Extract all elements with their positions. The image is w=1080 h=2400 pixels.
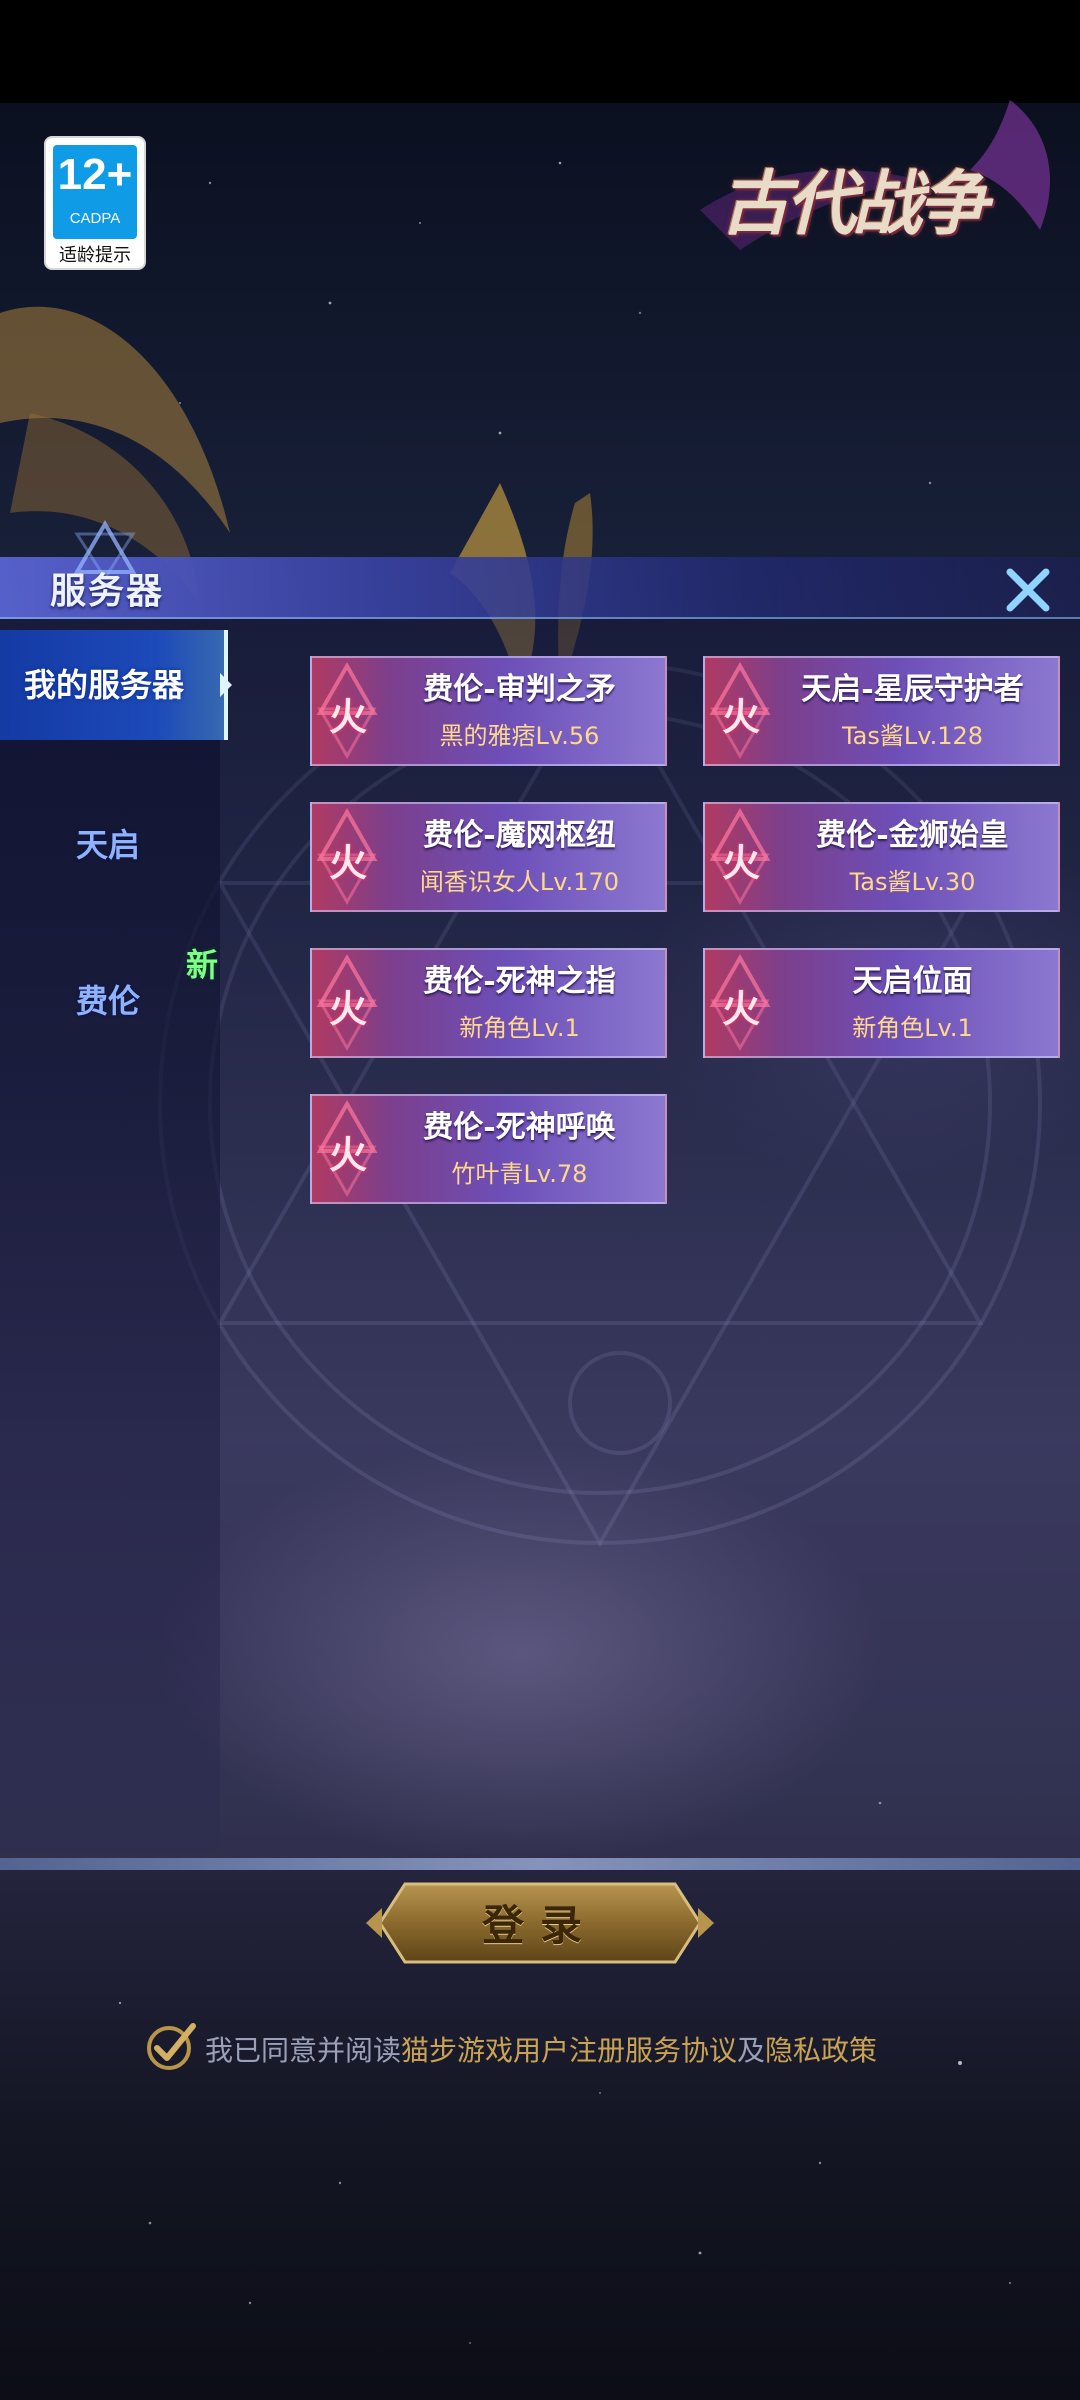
- character-level: Lv.1: [531, 1014, 580, 1042]
- character-info: Tas酱Lv.128: [765, 716, 1060, 751]
- hot-server-badge: 火: [328, 694, 367, 739]
- hot-server-badge: 火: [328, 840, 367, 885]
- character-info: 闻香识女人Lv.170: [372, 862, 667, 897]
- server-name: 天启位面: [852, 964, 973, 999]
- agreement-and: 及: [737, 2034, 766, 2067]
- sidebar-item-my-servers-label: 我的服务器: [24, 666, 185, 704]
- server-name: 天启-星辰守护者: [801, 672, 1024, 707]
- server-card[interactable]: 火 费伦-魔网枢纽 闻香识女人Lv.170: [310, 802, 667, 912]
- character-name: 闻香识女人: [419, 868, 540, 896]
- character-level: Lv.1: [924, 1014, 973, 1042]
- character-level: Lv.128: [903, 722, 984, 750]
- agreement-prefix: 我已同意并阅读: [205, 2034, 402, 2067]
- server-card[interactable]: 火 费伦-金狮始皇 Tas酱Lv.30: [703, 802, 1060, 912]
- close-icon[interactable]: [998, 560, 1058, 620]
- age-rating-badge: 12+ CADPA 适龄提示: [44, 136, 146, 270]
- age-rating-value: 12+: [57, 150, 133, 199]
- user-agreement-link[interactable]: 猫步游戏用户注册服务协议: [401, 2034, 737, 2067]
- server-card[interactable]: 火 费伦-审判之矛 黑的雅痞Lv.56: [310, 656, 667, 766]
- checkmark-icon[interactable]: [145, 2020, 199, 2074]
- character-name: 新角色: [459, 1014, 532, 1042]
- character-info: 新角色Lv.1: [765, 1008, 1060, 1043]
- hot-server-badge: 火: [721, 986, 760, 1031]
- panel-title: 服务器: [50, 570, 165, 612]
- character-name: 竹叶青: [451, 1160, 524, 1188]
- login-button[interactable]: [360, 1878, 720, 1968]
- age-rating-hint: 适龄提示: [59, 245, 131, 266]
- hot-server-badge: 火: [328, 986, 367, 1031]
- game-logo: 古代战争: [680, 90, 1070, 290]
- server-card[interactable]: 火 天启位面 新角色Lv.1: [703, 948, 1060, 1058]
- character-info: Tas酱Lv.30: [765, 862, 1060, 897]
- panel-bottom-edge: [0, 1858, 1080, 1870]
- agreement-text: 我已同意并阅读猫步游戏用户注册服务协议及隐私政策: [205, 2029, 877, 2069]
- sidebar-item-tianqi[interactable]: 天启: [76, 820, 140, 866]
- character-level: Lv.78: [523, 1160, 588, 1188]
- age-rating-org: CADPA: [69, 210, 121, 227]
- server-card[interactable]: 火 天启-星辰守护者 Tas酱Lv.128: [703, 656, 1060, 766]
- game-logo-text: 古代战争: [720, 162, 988, 245]
- character-name: Tas酱: [849, 868, 912, 896]
- server-name: 费伦-金狮始皇: [816, 818, 1009, 853]
- character-name: Tas酱: [841, 722, 904, 750]
- new-badge: 新: [186, 946, 219, 984]
- agreement-row: 我已同意并阅读猫步游戏用户注册服务协议及隐私政策: [145, 2020, 945, 2070]
- server-name: 费伦-审判之矛: [423, 672, 616, 707]
- character-name: 新角色: [852, 1014, 925, 1042]
- sidebar-item-feilun[interactable]: 费伦: [76, 976, 140, 1022]
- character-level: Lv.56: [535, 722, 600, 750]
- server-name: 费伦-死神之指: [423, 964, 616, 999]
- character-name: 黑的雅痞: [439, 722, 536, 750]
- hot-server-badge: 火: [328, 1132, 367, 1177]
- character-level: Lv.30: [911, 868, 976, 896]
- server-card[interactable]: 火 费伦-死神之指 新角色Lv.1: [310, 948, 667, 1058]
- character-info: 黑的雅痞Lv.56: [372, 716, 667, 751]
- character-level: Lv.170: [539, 868, 620, 896]
- hot-server-badge: 火: [721, 840, 760, 885]
- server-name: 费伦-魔网枢纽: [423, 818, 616, 853]
- server-category-sidebar: [0, 630, 220, 1850]
- hot-server-badge: 火: [721, 694, 760, 739]
- privacy-policy-link[interactable]: 隐私政策: [765, 2034, 877, 2067]
- server-card[interactable]: 火 费伦-死神呼唤 竹叶青Lv.78: [310, 1094, 667, 1204]
- character-info: 竹叶青Lv.78: [372, 1154, 667, 1189]
- status-bar: [0, 0, 1080, 103]
- active-indicator-arrow-icon: [220, 673, 232, 697]
- character-info: 新角色Lv.1: [372, 1008, 667, 1043]
- server-name: 费伦-死神呼唤: [423, 1110, 616, 1145]
